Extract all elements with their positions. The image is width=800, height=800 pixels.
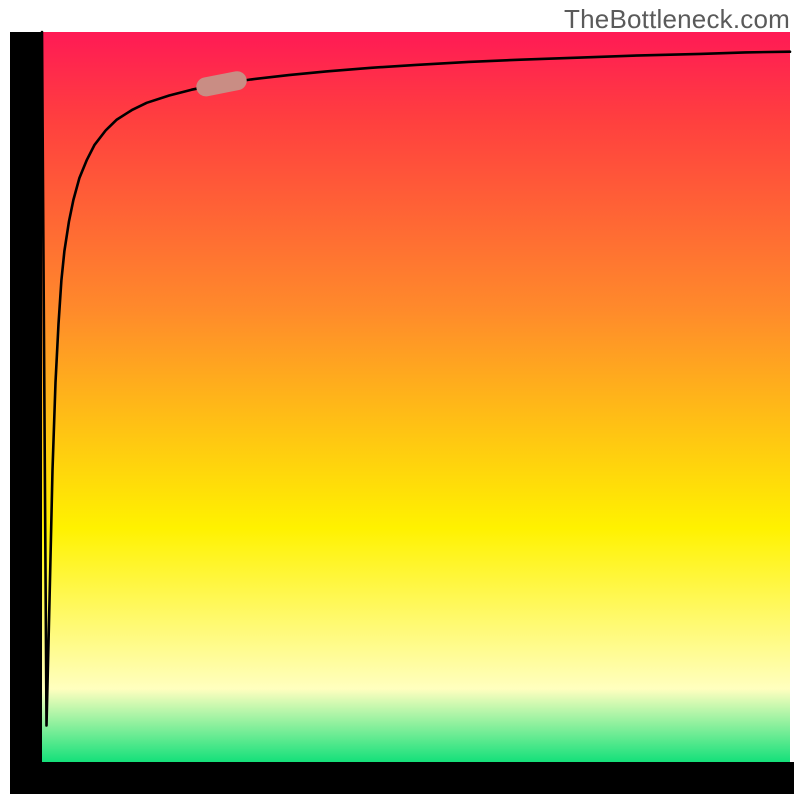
attribution-text: TheBottleneck.com [564,4,790,35]
x-axis [10,762,794,794]
plot-background [42,32,790,762]
y-axis [10,32,42,794]
chart-container: TheBottleneck.com [0,0,800,800]
bottleneck-chart [0,0,800,800]
